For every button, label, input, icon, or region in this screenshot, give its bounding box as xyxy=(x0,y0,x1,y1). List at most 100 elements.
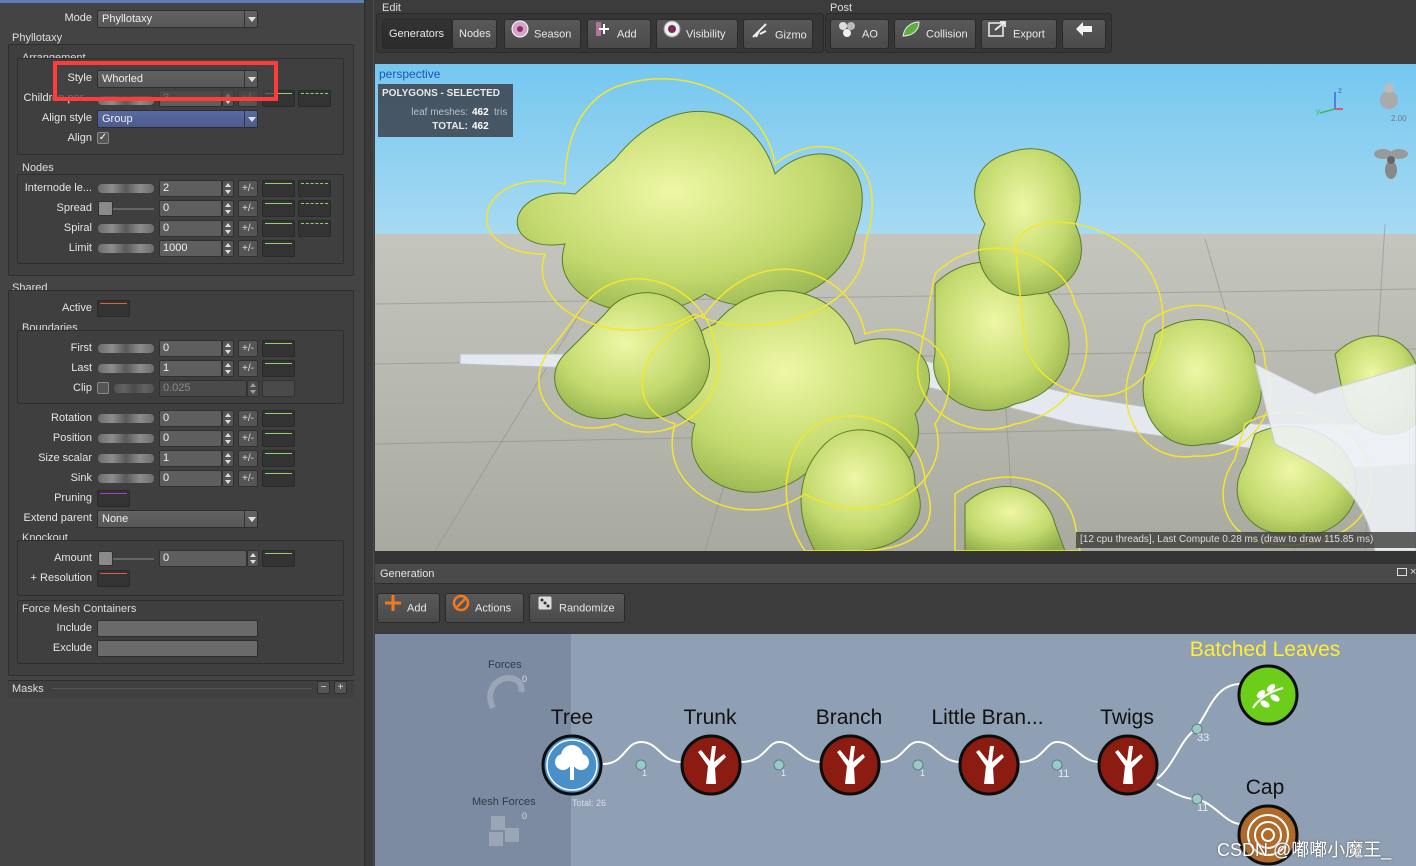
amount-slider-track[interactable] xyxy=(113,558,154,560)
amount-input[interactable]: 0 xyxy=(159,550,247,567)
mode-select[interactable]: Phyllotaxy xyxy=(97,10,258,28)
last-curve[interactable] xyxy=(262,360,295,377)
limit-random-button[interactable]: +/- xyxy=(238,240,258,257)
randomize-button[interactable]: Randomize xyxy=(529,593,625,623)
first-random-button[interactable]: +/- xyxy=(238,340,258,357)
sink-curve[interactable] xyxy=(262,470,295,487)
size-scalar-random-button[interactable]: +/- xyxy=(238,450,258,467)
last-slider[interactable] xyxy=(98,364,154,373)
limit-input[interactable]: 1000 xyxy=(159,240,222,257)
last-spinner[interactable] xyxy=(222,360,234,377)
amount-spinner[interactable] xyxy=(247,550,259,567)
clip-checkbox[interactable] xyxy=(97,382,109,394)
nodes-tab[interactable]: Nodes xyxy=(452,19,497,49)
tree-node[interactable] xyxy=(541,734,603,796)
amount-curve[interactable] xyxy=(262,550,295,567)
limit-slider[interactable] xyxy=(98,244,154,253)
trunk-node[interactable] xyxy=(680,734,742,796)
spiral-input[interactable]: 0 xyxy=(159,220,222,237)
internode-curve-alt[interactable] xyxy=(298,180,331,197)
style-select-overlay[interactable]: Whorled xyxy=(97,70,258,88)
align-checkbox[interactable]: ✓ xyxy=(97,132,109,144)
first-curve[interactable] xyxy=(262,340,295,357)
size-scalar-slider[interactable] xyxy=(98,454,154,463)
spread-input[interactable]: 0 xyxy=(159,200,222,217)
pruning-curve[interactable] xyxy=(97,490,130,507)
spiral-curve[interactable] xyxy=(262,220,295,237)
export-button[interactable]: Export xyxy=(981,19,1057,49)
amount-slider-knob[interactable] xyxy=(98,551,113,566)
clip-slider[interactable] xyxy=(114,384,154,393)
resolution-label[interactable]: + Resolution xyxy=(18,572,92,584)
extend-parent-select[interactable]: None xyxy=(97,510,258,528)
ao-button[interactable]: AO xyxy=(830,19,889,49)
limit-curve[interactable] xyxy=(262,240,295,257)
limit-spinner[interactable] xyxy=(222,240,234,257)
spread-random-button[interactable]: +/- xyxy=(238,200,258,217)
clip-input[interactable]: 0.025 xyxy=(159,380,247,397)
spiral-curve-alt[interactable] xyxy=(298,220,331,237)
gizmo-button[interactable]: Gizmo xyxy=(743,19,813,49)
sink-input[interactable]: 0 xyxy=(159,470,222,487)
rotation-curve[interactable] xyxy=(262,410,295,427)
visibility-button[interactable]: Visibility xyxy=(656,19,738,49)
viewport-splitter[interactable] xyxy=(375,551,1416,564)
little-branch-node[interactable] xyxy=(958,734,1020,796)
twigs-node[interactable] xyxy=(1097,734,1159,796)
size-scalar-input[interactable]: 1 xyxy=(159,450,222,467)
first-spinner[interactable] xyxy=(222,340,234,357)
spiral-random-button[interactable]: +/- xyxy=(238,220,258,237)
clip-curve[interactable] xyxy=(262,380,295,397)
active-curve[interactable] xyxy=(97,300,130,317)
back-button[interactable] xyxy=(1062,19,1106,49)
spiral-spinner[interactable] xyxy=(222,220,234,237)
internode-random-button[interactable]: +/- xyxy=(238,180,258,197)
rotation-input[interactable]: 0 xyxy=(159,410,222,427)
first-slider[interactable] xyxy=(98,344,154,353)
batched-leaves-node[interactable] xyxy=(1237,664,1299,726)
sink-random-button[interactable]: +/- xyxy=(238,470,258,487)
panel-splitter[interactable] xyxy=(364,0,374,866)
size-scalar-curve[interactable] xyxy=(262,450,295,467)
generation-add-button[interactable]: Add xyxy=(377,593,440,623)
sink-slider[interactable] xyxy=(98,474,154,483)
rotation-slider[interactable] xyxy=(98,414,154,423)
position-input[interactable]: 0 xyxy=(159,430,222,447)
collision-button[interactable]: Collision xyxy=(894,19,976,49)
spread-slider-knob[interactable] xyxy=(98,201,113,216)
spread-curve-alt[interactable] xyxy=(298,200,331,217)
internode-slider[interactable] xyxy=(98,184,154,193)
node-graph[interactable]: Forces 0 Mesh Forces 0 Total: 26 Tree Tr… xyxy=(375,634,1416,866)
viewport-3d[interactable]: perspective POLYGONS - SELECTED leaf mes… xyxy=(375,64,1416,551)
spread-slider-track[interactable] xyxy=(113,208,154,210)
close-icon[interactable]: × xyxy=(1410,566,1416,578)
internode-input[interactable]: 2 xyxy=(159,180,222,197)
masks-remove-button[interactable]: − xyxy=(317,681,330,694)
rotation-random-button[interactable]: +/- xyxy=(238,410,258,427)
position-random-button[interactable]: +/- xyxy=(238,430,258,447)
masks-add-button[interactable]: + xyxy=(334,681,347,694)
branch-node[interactable] xyxy=(819,734,881,796)
position-spinner[interactable] xyxy=(222,430,234,447)
spiral-slider[interactable] xyxy=(98,224,154,233)
spread-spinner[interactable] xyxy=(222,200,234,217)
first-input[interactable]: 0 xyxy=(159,340,222,357)
masks-header[interactable] xyxy=(8,680,354,698)
resolution-curve[interactable] xyxy=(97,570,130,587)
exclude-input[interactable] xyxy=(97,640,258,657)
position-curve[interactable] xyxy=(262,430,295,447)
actions-button[interactable]: Actions xyxy=(445,593,524,623)
align-style-select[interactable]: Group xyxy=(97,110,258,128)
last-random-button[interactable]: +/- xyxy=(238,360,258,377)
children-curve-alt[interactable] xyxy=(298,90,331,107)
clip-spinner[interactable] xyxy=(247,380,259,397)
internode-curve[interactable] xyxy=(262,180,295,197)
sink-spinner[interactable] xyxy=(222,470,234,487)
size-scalar-spinner[interactable] xyxy=(222,450,234,467)
position-slider[interactable] xyxy=(98,434,154,443)
spread-curve[interactable] xyxy=(262,200,295,217)
generators-tab[interactable]: Generators xyxy=(382,19,452,49)
last-input[interactable]: 1 xyxy=(159,360,222,377)
include-input[interactable] xyxy=(97,620,258,637)
restore-icon[interactable] xyxy=(1397,568,1407,576)
